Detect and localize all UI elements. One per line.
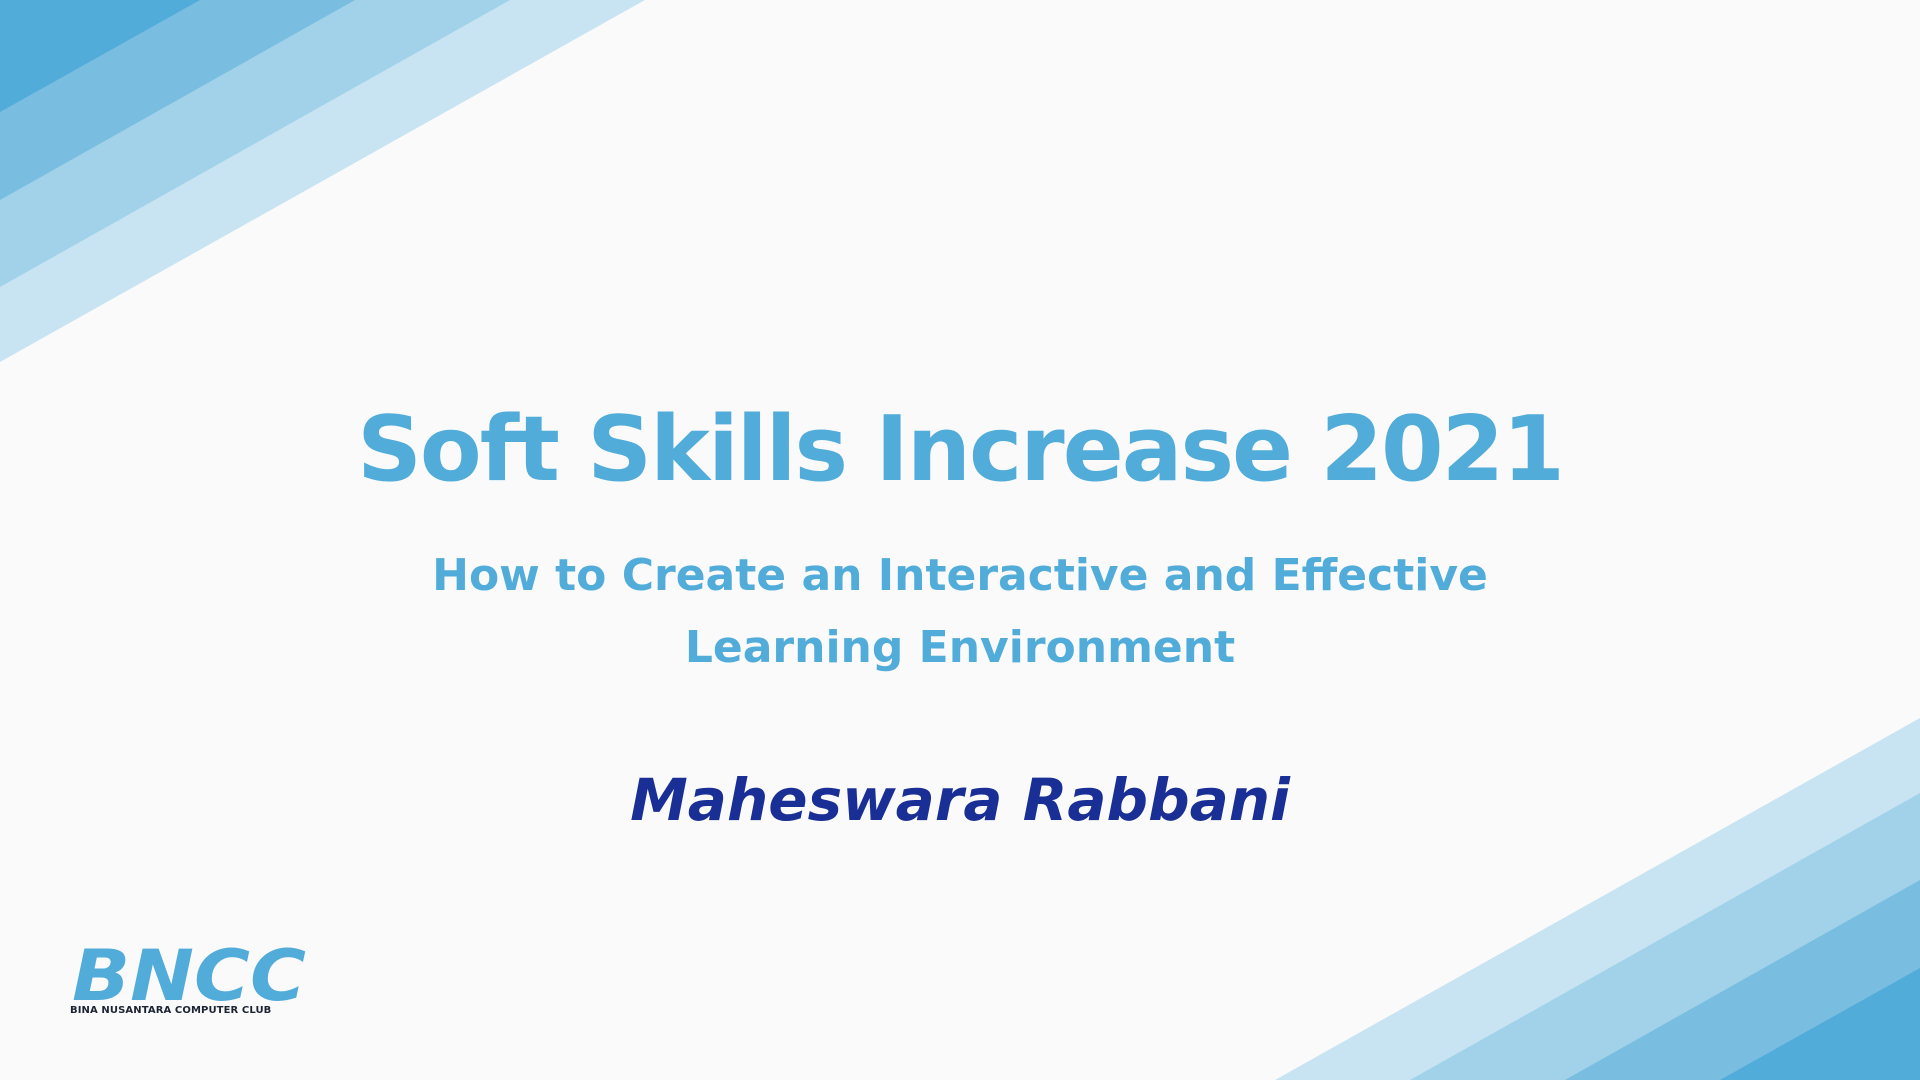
logo-tagline: BINA NUSANTARA COMPUTER CLUB xyxy=(70,1005,272,1016)
top-left-stripes xyxy=(0,0,645,362)
subtitle-line: How to Create an Interactive and Effecti… xyxy=(432,550,1488,601)
bncc-logo: BNCC BINA NUSANTARA COMPUTER CLUB xyxy=(70,940,310,1020)
title-slide: Soft Skills Increase 2021 How to Create … xyxy=(0,0,1920,1080)
presenter-name: Maheswara Rabbani xyxy=(630,766,1290,834)
logo-mark-text: BNCC xyxy=(72,940,306,1006)
slide-title: Soft Skills Increase 2021 xyxy=(357,397,1565,502)
bncc-logo-mark: BNCC xyxy=(72,940,306,1006)
subtitle-line: Learning Environment xyxy=(684,622,1236,673)
slide-subtitle: How to Create an Interactive and Effecti… xyxy=(360,540,1560,684)
